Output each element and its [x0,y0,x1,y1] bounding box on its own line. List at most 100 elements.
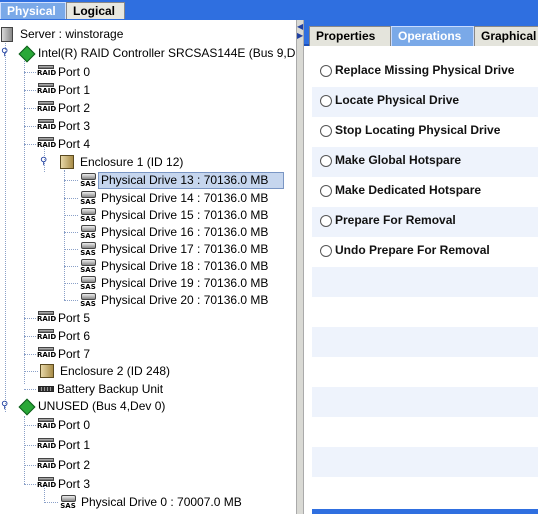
tree-line [24,336,36,337]
expand-key-icon: ⚲ [1,47,9,58]
tree-label: Port 4 [58,137,91,151]
tree-line [64,249,78,250]
sas-drive-icon: SAS [79,242,97,258]
raid-port-icon: RAID [37,65,56,80]
tree-line [5,40,6,412]
tree-label: Physical Drive 16 : 70136.0 MB [101,225,269,239]
panel-bottom-bar [312,509,538,514]
battery-icon [38,386,54,392]
operation-option[interactable]: Stop Locating Physical Drive [312,117,538,147]
tree-label: Server : winstorage [20,27,124,41]
tree-label: UNUSED (Bus 4,Dev 0) [38,399,166,413]
tree-line [44,502,58,503]
tree-line [64,198,78,199]
sas-drive-icon: SAS [79,225,97,241]
tab-graphical[interactable]: Graphical [474,26,538,46]
operation-label: Locate Physical Drive [335,93,460,107]
expand-key-icon: ⚲ [1,400,9,411]
tree-label: Port 7 [58,347,91,361]
radio-button[interactable] [320,125,332,137]
tab-operations[interactable]: Operations [391,26,474,46]
empty-row [312,267,538,297]
detail-panel: Properties Operations Graphical Replace … [304,20,538,514]
tree-label: Port 3 [58,477,91,491]
tree-line [24,108,36,109]
device-tree[interactable]: Server : winstorage ⚲ Intel(R) RAID Cont… [0,20,296,514]
operation-label: Make Dedicated Hotspare [335,183,482,197]
collapse-left-icon[interactable]: ◀ [297,23,303,31]
tab-logical[interactable]: Logical [66,2,125,19]
tree-label: Port 6 [58,329,91,343]
enclosure-icon [40,364,54,378]
tree-line [24,72,36,73]
tree-line [64,215,78,216]
tree-label: Physical Drive 0 : 70007.0 MB [81,495,242,509]
raid-port-icon: RAID [37,347,56,362]
raid-port-icon: RAID [37,83,56,98]
radio-button[interactable] [320,185,332,197]
collapse-right-icon[interactable]: ▶ [297,32,303,40]
tree-line [24,425,36,426]
raid-port-icon: RAID [37,119,56,134]
tree-label: Intel(R) RAID Controller SRCSAS144E (Bus… [38,46,296,60]
operation-label: Stop Locating Physical Drive [335,123,501,137]
tree-line [24,354,36,355]
tree-line [64,180,78,181]
radio-button[interactable] [320,95,332,107]
radio-button[interactable] [320,155,332,167]
operation-option[interactable]: Locate Physical Drive [312,87,538,117]
tree-label: Port 1 [58,438,91,452]
operation-option[interactable]: Prepare For Removal [312,207,538,237]
tree-label: Port 5 [58,311,91,325]
tree-line [24,389,36,390]
radio-button[interactable] [320,215,332,227]
sas-drive-icon: SAS [79,293,97,309]
raid-port-icon: RAID [37,137,56,152]
raid-port-icon: RAID [37,329,56,344]
operation-label: Prepare For Removal [335,213,456,227]
tree-line [24,484,36,485]
raid-port-icon: RAID [37,438,56,453]
tree-label: Physical Drive 14 : 70136.0 MB [101,191,269,205]
tree-label: Physical Drive 15 : 70136.0 MB [101,208,269,222]
raid-port-icon: RAID [37,477,56,492]
tree-line [64,283,78,284]
tree-line [24,465,36,466]
radio-button[interactable] [320,65,332,77]
tree-label: Physical Drive 18 : 70136.0 MB [101,259,269,273]
tree-label: Physical Drive 20 : 70136.0 MB [101,293,269,307]
expand-key-icon: ⚲ [40,156,48,167]
tab-properties[interactable]: Properties [309,26,391,46]
server-icon [1,27,13,42]
tree-label: Port 1 [58,83,91,97]
tree-label: Battery Backup Unit [57,382,164,396]
operation-option[interactable]: Undo Prepare For Removal [312,237,538,267]
tree-line [24,144,36,145]
controller-icon [18,45,36,63]
sas-drive-icon: SAS [79,208,97,224]
operation-option[interactable]: Replace Missing Physical Drive [312,57,538,87]
operation-option[interactable]: Make Dedicated Hotspare [312,177,538,207]
radio-button[interactable] [320,245,332,257]
sas-drive-icon: SAS [79,276,97,292]
tree-line [24,126,36,127]
sas-drive-icon: SAS [79,191,97,207]
operation-label: Make Global Hotspare [335,153,462,167]
raid-port-icon: RAID [37,311,56,326]
controller-icon [18,398,36,416]
tree-label: Physical Drive 17 : 70136.0 MB [101,242,269,256]
tab-physical[interactable]: Physical [0,2,66,19]
tree-label: Port 0 [58,65,91,79]
enclosure-icon [60,155,74,169]
sas-drive-icon: SAS [59,495,77,511]
tree-label: Port 0 [58,418,91,432]
tree-line [24,371,38,372]
empty-row [312,477,538,507]
tree-line [64,232,78,233]
tree-label: Enclosure 2 (ID 248) [60,364,171,378]
tree-line [24,445,36,446]
operation-option[interactable]: Make Global Hotspare [312,147,538,177]
raid-port-icon: RAID [37,458,56,473]
split-pane-divider[interactable]: ◀ ▶ [296,20,304,514]
empty-row [312,417,538,447]
